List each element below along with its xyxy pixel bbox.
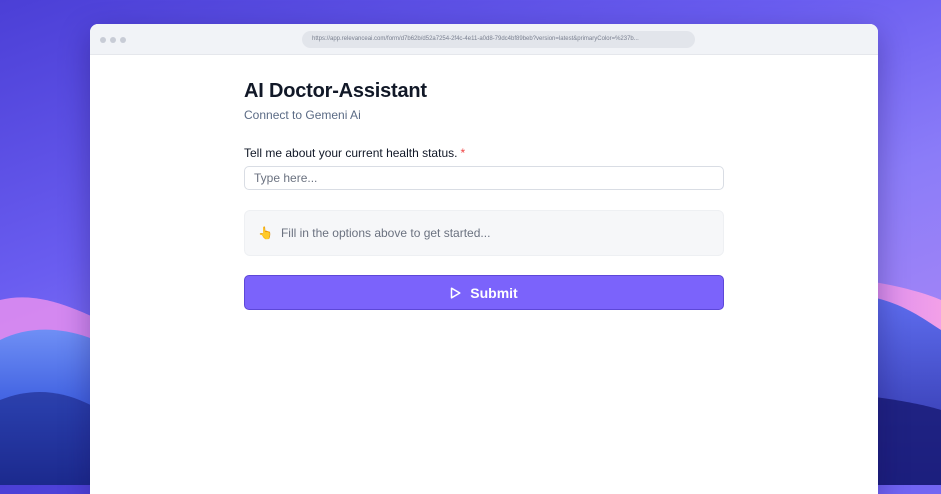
address-bar[interactable]: https://app.relevanceai.com/form/d7b62b/… — [302, 31, 695, 48]
page-subtitle: Connect to Gemeni Ai — [244, 108, 361, 122]
hint-text: Fill in the options above to get started… — [280, 226, 491, 240]
browser-window: https://app.relevanceai.com/form/d7b62b/… — [90, 24, 878, 494]
required-marker: * — [460, 146, 466, 160]
window-dot-icon[interactable] — [110, 37, 116, 43]
submit-button[interactable]: Submit — [244, 275, 724, 310]
address-bar-url: https://app.relevanceai.com/form/d7b62b/… — [312, 36, 639, 42]
health-status-label-text: Tell me about your current health status… — [244, 146, 458, 160]
page-title: AI Doctor-Assistant — [244, 80, 427, 102]
health-status-label: Tell me about your current health status… — [244, 145, 724, 161]
window-dot-icon[interactable] — [120, 37, 126, 43]
window-controls — [100, 37, 126, 43]
pointing-hand-icon: 👆 — [258, 226, 273, 240]
window-dot-icon[interactable] — [100, 37, 106, 43]
hint-box: 👆 Fill in the options above to get start… — [244, 210, 724, 256]
form-container: AI Doctor-Assistant Connect to Gemeni Ai… — [244, 78, 724, 310]
browser-titlebar: https://app.relevanceai.com/form/d7b62b/… — [90, 24, 878, 55]
health-status-input[interactable] — [244, 166, 724, 190]
submit-label: Submit — [470, 284, 518, 301]
play-icon — [450, 286, 461, 299]
